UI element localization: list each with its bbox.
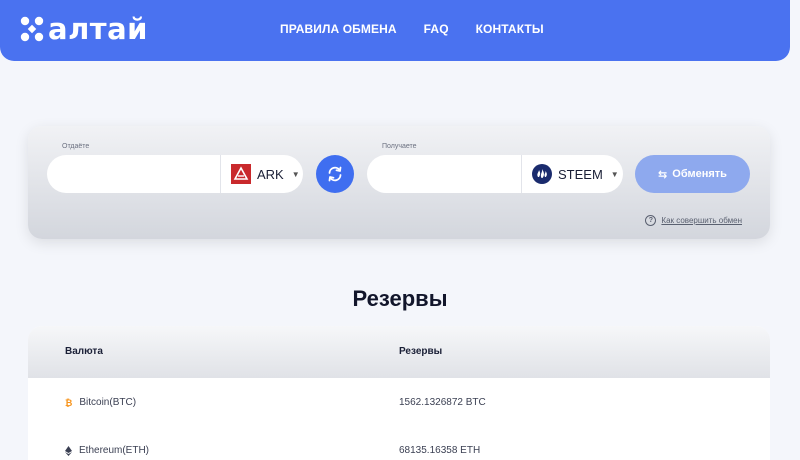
howto-text: Как совершить обмен [661, 216, 742, 225]
give-field: ARK ▼ [47, 155, 303, 193]
column-header-reserves: Резервы [399, 346, 443, 357]
give-divider [220, 155, 221, 193]
receive-label: Получаете [382, 143, 417, 150]
currency-name: Bitcoin(BTC) [79, 397, 137, 408]
give-amount-input[interactable] [61, 164, 211, 184]
logo-icon [20, 16, 44, 42]
brand-logo[interactable]: алтай [20, 14, 148, 44]
exchange-arrows-icon: ⇆ [658, 168, 668, 181]
chevron-down-icon: ▼ [291, 169, 300, 179]
give-currency-name: ARK [257, 166, 284, 182]
table-row: ₿ Bitcoin(BTC) 1562.1326872 BTC [28, 378, 770, 426]
nav-link-contacts[interactable]: КОНТАКТЫ [476, 22, 544, 36]
nav-link-faq[interactable]: FAQ [424, 22, 449, 36]
swap-arrows-icon [328, 166, 342, 182]
give-label: Отдаёте [62, 143, 90, 150]
give-currency-select[interactable]: ARK ▼ [231, 164, 300, 184]
reserve-amount: 1562.1326872 BTC [399, 397, 486, 408]
top-header: алтай ПРАВИЛА ОБМЕНА FAQ КОНТАКТЫ [0, 0, 790, 61]
exchange-button-label: Обменять [672, 168, 727, 180]
currency-cell: Ethereum(ETH) [65, 445, 149, 456]
question-icon: ? [645, 215, 657, 226]
nav-link-rules[interactable]: ПРАВИЛА ОБМЕНА [280, 22, 397, 36]
receive-amount-input[interactable] [381, 164, 521, 184]
main-nav: ПРАВИЛА ОБМЕНА FAQ КОНТАКТЫ [280, 22, 544, 36]
currency-cell: ₿ Bitcoin(BTC) [65, 397, 136, 408]
ethereum-icon [65, 445, 72, 456]
receive-divider [521, 155, 522, 193]
ark-icon [231, 164, 251, 184]
howto-link[interactable]: ? Как совершить обмен [645, 215, 742, 226]
currency-name: Ethereum(ETH) [79, 445, 150, 456]
reserve-amount: 68135.16358 ETH [399, 445, 481, 456]
receive-field: STEEM ▼ [367, 155, 623, 193]
bitcoin-icon: ₿ [65, 397, 73, 408]
exchange-button[interactable]: ⇆ Обменять [635, 155, 750, 193]
receive-currency-name: STEEM [558, 166, 603, 182]
swap-button[interactable] [316, 155, 354, 193]
column-header-currency: Валюта [65, 346, 103, 357]
reserves-table: Валюта Резервы ₿ Bitcoin(BTC) 1562.13268… [28, 326, 770, 460]
reserves-title: Резервы [352, 286, 448, 311]
table-row: Ethereum(ETH) 68135.16358 ETH [28, 426, 770, 460]
receive-currency-select[interactable]: STEEM ▼ [532, 164, 619, 184]
exchange-panel: Отдаёте ARK ▼ Получаете STEEM ▼ ⇆ Обменя… [28, 126, 770, 239]
chevron-down-icon: ▼ [610, 169, 619, 179]
steem-icon [532, 164, 552, 184]
logo-text: алтай [48, 12, 149, 46]
table-header: Валюта Резервы [28, 326, 770, 378]
